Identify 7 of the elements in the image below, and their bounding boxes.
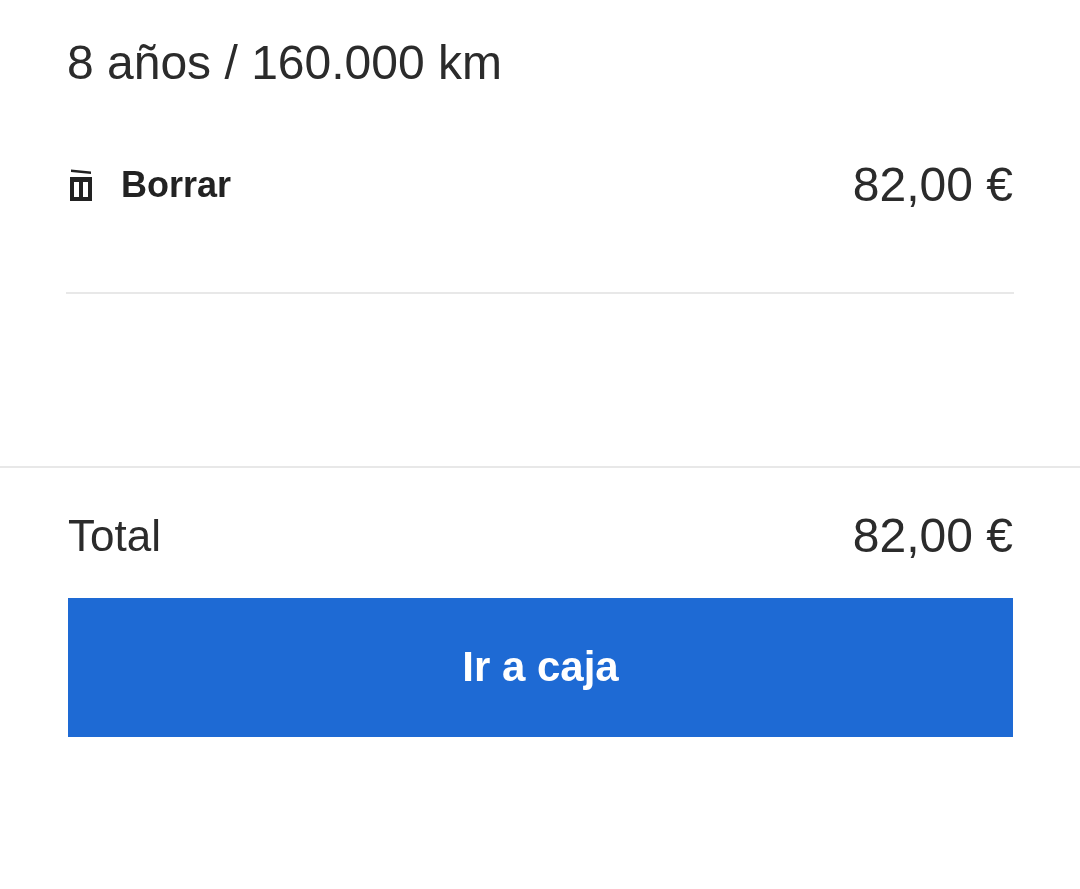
trash-icon [70, 167, 92, 201]
checkout-button[interactable]: Ir a caja [68, 597, 1013, 737]
item-price: 82,00 € [852, 156, 1013, 213]
total-value: 82,00 € [852, 508, 1013, 565]
delete-button[interactable]: Borrar [70, 162, 232, 206]
total-label: Total [68, 509, 161, 562]
coverage-text: 8 años / 160.000 km [67, 35, 502, 91]
